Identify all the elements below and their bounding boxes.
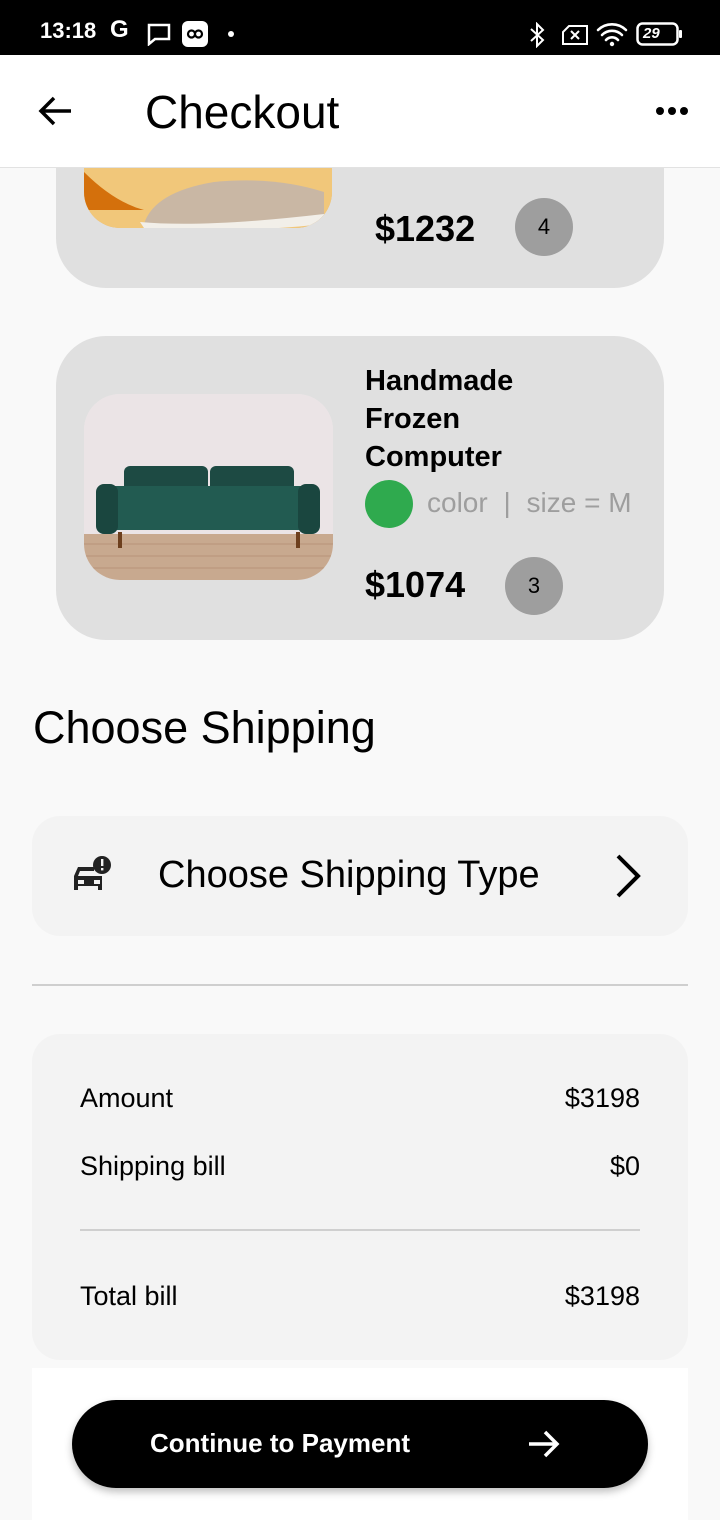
shoe-image [84,168,332,228]
continue-to-payment-button[interactable]: Continue to Payment [72,1400,648,1488]
shipping-section-title: Choose Shipping [33,702,376,753]
quantity-badge[interactable]: 4 [515,198,573,256]
size-label: size = M [526,487,632,518]
variant-separator: | [503,487,511,518]
total-bill-value: $3198 [564,1281,640,1311]
battery-icon: 29 [636,22,684,46]
chevron-right-icon [616,854,641,898]
item-price: $1232 [375,208,476,249]
bill-summary: Amount $3198 Shipping bill $0 Total bill… [32,1034,688,1360]
summary-divider [80,1229,640,1231]
cart-item-card[interactable]: $1232 4 [56,168,664,288]
color-label: color [427,487,488,518]
choose-shipping-type-button[interactable]: Choose Shipping Type [32,816,688,936]
page-title: Checkout [145,86,340,138]
status-time: 13:18 [40,18,97,43]
app-bar: Checkout [0,55,720,168]
google-icon: G [110,16,129,43]
bluetooth-icon [530,22,545,48]
cta-label: Continue to Payment [150,1428,411,1458]
bottom-action-area: Continue to Payment [32,1368,688,1520]
battery-level: 29 [643,25,660,42]
amount-label: Amount [80,1083,174,1113]
color-swatch [365,480,413,528]
item-price: $1074 [365,564,466,605]
car-alert-icon [74,856,111,890]
dot-icon [228,31,234,37]
wifi-icon [596,23,628,47]
message-icon [147,23,171,46]
amount-value: $3198 [564,1083,640,1113]
arrow-right-icon [529,1430,560,1458]
shipping-bill-label: Shipping bill [80,1151,226,1181]
more-horizontal-icon[interactable] [652,93,692,133]
status-bar: 13:18 G 29 [0,0,720,55]
shipping-bill-value: $0 [609,1151,640,1181]
item-variant: color | size = M [427,487,632,519]
sofa-image [84,394,333,580]
arrow-left-icon[interactable] [36,91,76,131]
total-bill-label: Total bill [80,1281,178,1311]
sim-off-icon [562,25,588,45]
item-title: Handmade Frozen Computer [365,365,514,473]
cart-item-card[interactable]: Handmade Frozen Computer color | size = … [56,336,664,640]
app-notification-icon [182,21,208,47]
quantity-badge[interactable]: 3 [505,557,563,615]
section-divider [32,984,688,986]
shipping-type-label: Choose Shipping Type [158,854,540,896]
